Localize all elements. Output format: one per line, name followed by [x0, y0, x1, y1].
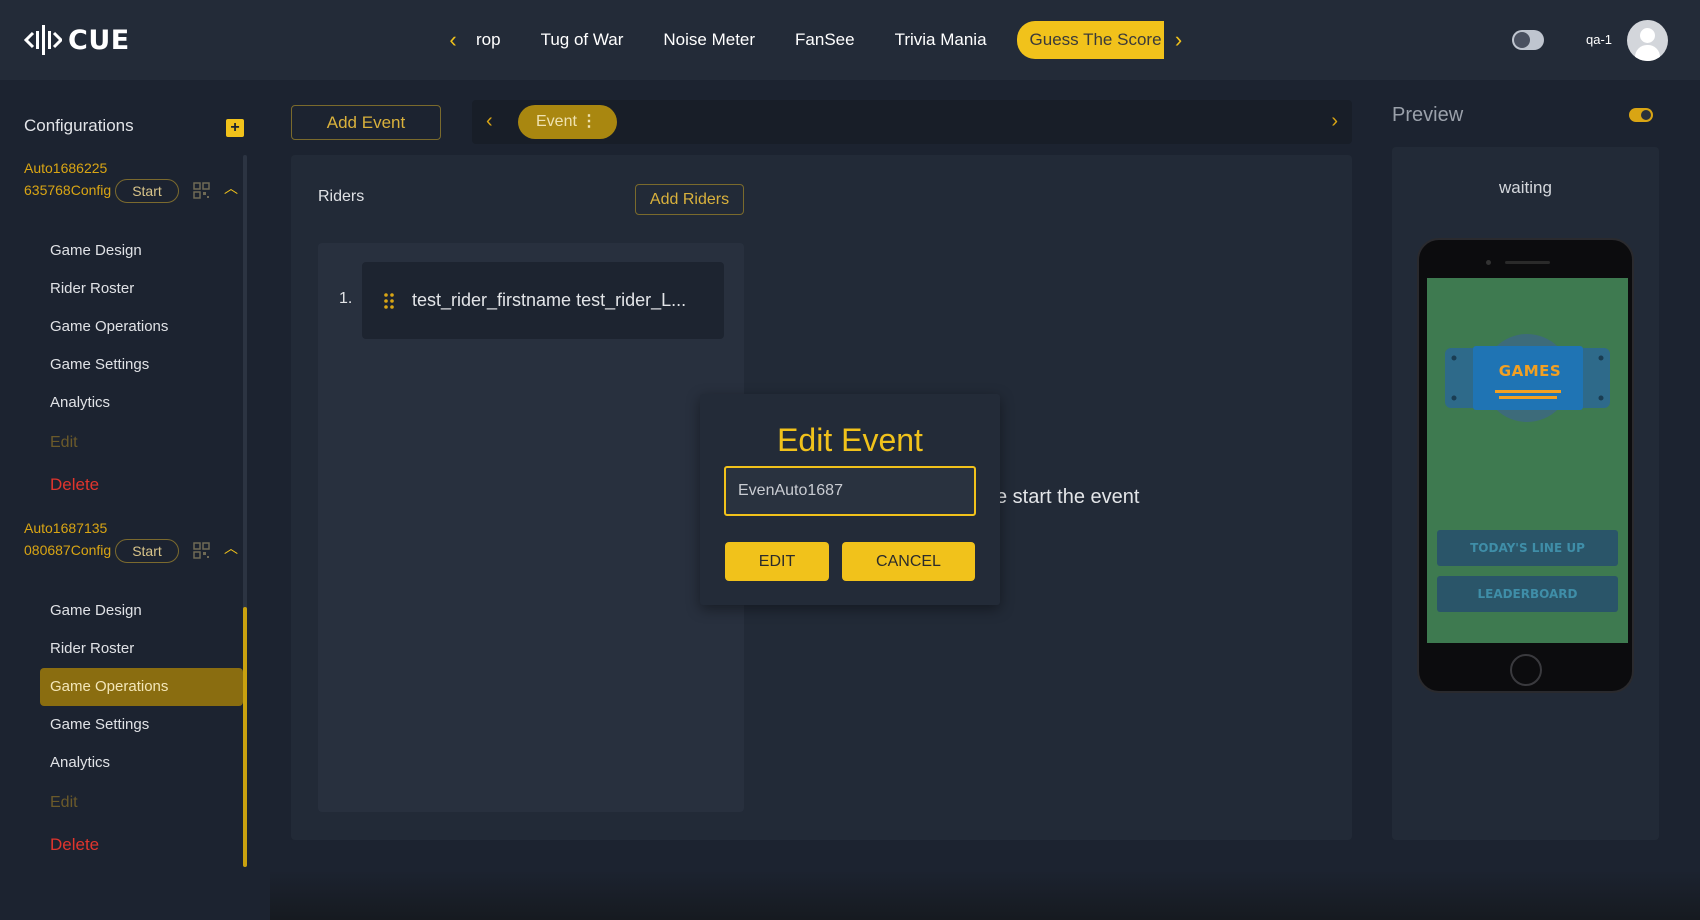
- tab-prop[interactable]: rop: [468, 20, 521, 60]
- qr-code-icon[interactable]: [193, 542, 210, 559]
- drag-handle-icon[interactable]: [384, 293, 394, 309]
- edit-event-dialog: Edit Event EDIT CANCEL: [700, 394, 1000, 605]
- moon-icon: [1514, 32, 1530, 48]
- rider-name: test_rider_firstname test_rider_L...: [412, 290, 687, 310]
- sidebar-item-game-settings[interactable]: Game Settings: [40, 346, 243, 384]
- sidebar-item-game-settings[interactable]: Game Settings: [40, 706, 243, 744]
- user-icon: [1640, 28, 1655, 43]
- chevron-up-icon[interactable]: ︿: [224, 181, 238, 195]
- riders-label: Riders: [318, 188, 365, 205]
- more-vertical-icon[interactable]: ⋮: [581, 105, 597, 139]
- sidebar: Configurations + Auto1686225635768Config…: [0, 80, 270, 920]
- phone-home-button: [1510, 654, 1542, 686]
- sidebar-item-game-design[interactable]: Game Design: [40, 592, 243, 630]
- soundwave-logo-icon: [24, 25, 62, 55]
- game-tabs: ‹ rop Tug of War Noise Meter FanSee Triv…: [438, 20, 1194, 60]
- event-name-input[interactable]: [724, 466, 976, 516]
- tab-guess-the-score[interactable]: Guess The Score: [1016, 21, 1164, 59]
- sidebar-item-game-operations[interactable]: Game Operations: [40, 668, 243, 706]
- tab-tug-of-war[interactable]: Tug of War: [521, 20, 644, 60]
- config-name[interactable]: Auto1687135080687Config: [24, 517, 114, 561]
- event-selector: ‹ Event ⋮ ›: [472, 100, 1352, 144]
- sidebar-item-edit[interactable]: Edit: [40, 782, 243, 824]
- config-menu: Game Design Rider Roster Game Operations…: [40, 232, 243, 506]
- avatar[interactable]: [1627, 20, 1668, 61]
- list-item[interactable]: test_rider_firstname test_rider_L...: [362, 262, 724, 339]
- tabs-prev-chevron-icon[interactable]: ‹: [438, 20, 468, 60]
- sidebar-item-delete[interactable]: Delete: [40, 824, 243, 866]
- dialog-title: Edit Event: [777, 422, 923, 458]
- phone-preview: GAMES TODAY'S LINE UP LEADERBOARD: [1417, 238, 1634, 693]
- sidebar-item-game-operations[interactable]: Game Operations: [40, 308, 243, 346]
- sidebar-item-rider-roster[interactable]: Rider Roster: [40, 270, 243, 308]
- event-chip-label: Event: [536, 113, 577, 130]
- add-riders-button[interactable]: Add Riders: [635, 184, 744, 215]
- app-logo-text: CUE: [68, 24, 130, 56]
- tab-trivia-mania[interactable]: Trivia Mania: [875, 20, 1007, 60]
- start-button[interactable]: Start: [115, 179, 179, 203]
- cancel-button[interactable]: CANCEL: [842, 542, 975, 581]
- scrollbar-thumb[interactable]: [243, 607, 247, 867]
- preview-title: Preview: [1392, 104, 1464, 126]
- qr-code-icon[interactable]: [193, 182, 210, 199]
- chevron-right-icon[interactable]: ›: [1331, 110, 1338, 133]
- edit-button[interactable]: EDIT: [725, 542, 829, 581]
- user-name: qa-1: [1586, 32, 1613, 47]
- preview-toggle[interactable]: [1629, 108, 1653, 122]
- top-bar: CUE ‹ rop Tug of War Noise Meter FanSee …: [0, 0, 1700, 80]
- sidebar-title: Configurations: [24, 116, 134, 135]
- sidebar-item-game-design[interactable]: Game Design: [40, 232, 243, 270]
- tab-noise-meter[interactable]: Noise Meter: [643, 20, 775, 60]
- sidebar-item-delete[interactable]: Delete: [40, 464, 243, 506]
- sidebar-item-analytics[interactable]: Analytics: [40, 744, 243, 782]
- app-logo[interactable]: CUE: [24, 20, 130, 60]
- event-chip[interactable]: Event ⋮: [518, 105, 617, 139]
- add-event-button[interactable]: Add Event: [291, 105, 441, 140]
- config-menu: Game Design Rider Roster Game Operations…: [40, 592, 243, 866]
- todays-line-up-button: TODAY'S LINE UP: [1437, 530, 1618, 566]
- add-config-plus-icon[interactable]: +: [226, 119, 244, 137]
- games-logo-text: GAMES: [1498, 362, 1562, 380]
- chevron-left-icon[interactable]: ‹: [486, 110, 493, 133]
- phone-screen: GAMES TODAY'S LINE UP LEADERBOARD: [1427, 278, 1628, 643]
- chevron-up-icon[interactable]: ︿: [224, 541, 238, 555]
- theme-toggle[interactable]: [1512, 30, 1544, 50]
- tabs-next-chevron-icon[interactable]: ›: [1164, 20, 1194, 60]
- sidebar-scrollbar[interactable]: [243, 155, 247, 867]
- preview-status: waiting: [1499, 178, 1552, 197]
- start-button[interactable]: Start: [115, 539, 179, 563]
- sidebar-item-edit[interactable]: Edit: [40, 422, 243, 464]
- config-name[interactable]: Auto1686225635768Config: [24, 157, 114, 201]
- rider-index: 1.: [339, 290, 353, 307]
- sidebar-item-analytics[interactable]: Analytics: [40, 384, 243, 422]
- leaderboard-button: LEADERBOARD: [1437, 576, 1618, 612]
- start-event-hint: e start the event: [996, 486, 1140, 508]
- sidebar-item-rider-roster[interactable]: Rider Roster: [40, 630, 243, 668]
- tab-fansee[interactable]: FanSee: [775, 20, 875, 60]
